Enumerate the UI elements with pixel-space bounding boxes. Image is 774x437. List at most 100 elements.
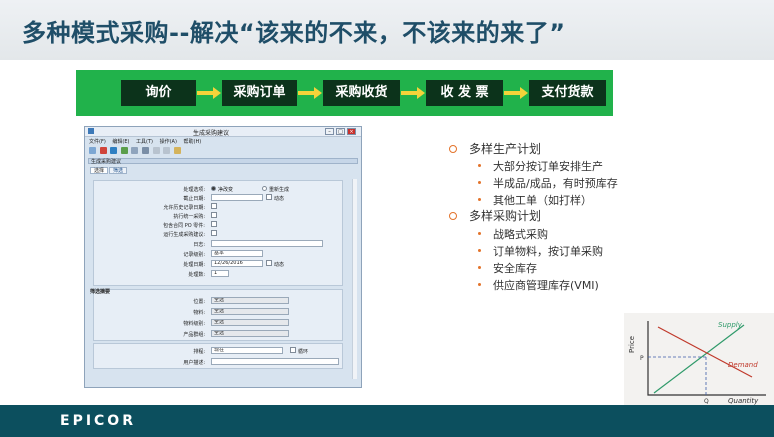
proc-date-label: 处理日期: — [183, 262, 205, 268]
refresh-icon[interactable] — [110, 147, 118, 154]
window-title: 生成采购建议 — [193, 130, 230, 137]
options-group: 处理选项: 净改变 重新生成 截止日期: 动态 允许历史记录日期: 执行统一采购… — [93, 180, 343, 286]
bullet-production-planning: 多样生产计划 — [469, 142, 542, 156]
new-icon[interactable] — [89, 147, 96, 154]
tab-select[interactable]: 选择 — [90, 167, 109, 174]
filter-level-value: 全选 — [211, 319, 289, 326]
sub-bullet: 半成品/成品，有时预库存 — [493, 177, 618, 190]
delete-icon[interactable] — [99, 147, 107, 154]
bullet-dot-icon — [478, 164, 481, 167]
price-point-label: P — [640, 355, 644, 362]
mode-net-change-radio[interactable] — [211, 186, 216, 191]
menu-edit[interactable]: 编辑(E) — [112, 139, 129, 145]
cut-icon[interactable] — [152, 147, 160, 154]
panel-header: 生成采购建议 — [88, 158, 358, 165]
arrow-icon — [401, 87, 425, 99]
bullet-purchase-planning: 多样采购计划 — [469, 209, 542, 223]
sub-bullet: 战略式采购 — [493, 228, 548, 241]
level-label: 记录级别: — [183, 252, 205, 258]
mode-label: 处理选项: — [183, 187, 205, 193]
allow-history-checkbox[interactable] — [211, 203, 217, 209]
mode-regenerate-radio[interactable] — [262, 186, 267, 191]
menu-tools[interactable]: 工具(T) — [136, 139, 153, 145]
cutoff-date-field[interactable] — [211, 194, 263, 201]
supply-curve — [653, 324, 745, 394]
app-icon — [88, 128, 94, 134]
filter-location-value: 全选 — [211, 297, 289, 304]
mode-regenerate-label: 重新生成 — [269, 187, 290, 193]
sub-bullet: 供应商管理库存(VMI) — [493, 279, 599, 292]
cycles-field[interactable]: 1 — [211, 270, 229, 277]
user-desc-label: 用户描述: — [183, 360, 205, 366]
slide-title: 多种模式采购--解决“该来的不来，不该来的来了” — [22, 19, 566, 47]
schedule-group: 排程: 现在 循环 用户描述: — [93, 343, 343, 369]
proc-dynamic-checkbox[interactable] — [266, 260, 272, 266]
bullet-circle-icon — [449, 212, 457, 220]
bullet-dot-icon — [478, 181, 481, 184]
xlabel: Quantity — [728, 397, 759, 405]
step-payment: 支付货款 — [529, 80, 606, 106]
supply-demand-sketch: Price Quantity Supply Demand P Q — [624, 313, 774, 405]
sub-bullet: 安全库存 — [493, 262, 537, 275]
bullet-dot-icon — [478, 249, 481, 252]
arrow-icon — [504, 87, 528, 99]
proc-date-field[interactable]: 12/26/2016 — [211, 260, 263, 267]
panel-title: 生成采购建议 — [91, 159, 122, 165]
arrow-icon — [298, 87, 322, 99]
menu-actions[interactable]: 操作(A) — [160, 139, 177, 145]
maximize-button[interactable]: □ — [336, 128, 345, 135]
menu-file[interactable]: 文件(F) — [89, 139, 106, 145]
demand-curve — [657, 326, 753, 378]
menu-bar: 文件(F) 编辑(E) 工具(T) 操作(A) 帮助(H) — [89, 138, 206, 145]
save-icon[interactable] — [120, 147, 128, 154]
copy-icon[interactable] — [163, 147, 171, 154]
filter-product-value: 全选 — [211, 330, 289, 337]
cutoff-label: 截止日期: — [183, 196, 205, 202]
print-icon[interactable] — [131, 147, 139, 154]
unified-label: 执行统一采购: — [173, 214, 205, 220]
recur-checkbox[interactable] — [290, 347, 296, 353]
sub-bullet: 订单物料，按订单采购 — [493, 245, 603, 258]
log-field[interactable] — [211, 240, 323, 247]
process-flow: 询价 采购订单 采购收货 收 发 票 支付货款 — [76, 70, 613, 116]
cycles-label: 处理数: — [188, 272, 205, 278]
recur-label: 循环 — [298, 349, 309, 355]
include-po-checkbox[interactable] — [211, 221, 217, 227]
filter-product-label: 产品群组: — [183, 332, 205, 338]
filter-part-label: 物料: — [193, 310, 205, 316]
cutoff-dynamic-checkbox[interactable] — [266, 194, 272, 200]
filter-part-value: 全选 — [211, 308, 289, 315]
include-po-label: 包含合同 PO 零件: — [163, 223, 205, 229]
sub-bullet: 大部分按订单安排生产 — [493, 160, 603, 173]
footer-bar: EPICOR — [0, 405, 774, 437]
cutoff-dynamic-label: 动态 — [274, 196, 285, 202]
step-inquiry: 询价 — [121, 80, 196, 106]
menu-help[interactable]: 帮助(H) — [184, 139, 202, 145]
bullet-dot-icon — [478, 198, 481, 201]
scrollbar[interactable] — [352, 179, 357, 379]
user-desc-field[interactable] — [211, 358, 339, 365]
window-titlebar: 生成采购建议 – □ × — [85, 127, 361, 137]
unified-checkbox[interactable] — [211, 212, 217, 218]
allow-history-label: 允许历史记录日期: — [163, 205, 205, 211]
paste-icon[interactable] — [173, 147, 181, 154]
filter-summary-title: 筛选摘要 — [90, 289, 111, 295]
schedule-label: 排程: — [193, 349, 205, 355]
run-mrp-label: 运行生成采购建议: — [163, 232, 205, 238]
minimize-button[interactable]: – — [325, 128, 334, 135]
supply-label: Supply — [718, 321, 743, 329]
schedule-select[interactable]: 现在 — [211, 347, 283, 354]
filter-level-label: 物料级别: — [183, 321, 205, 327]
filter-location-label: 位置: — [193, 299, 205, 305]
supply-demand-svg: Price Quantity Supply Demand P Q — [628, 321, 766, 405]
tab-filter[interactable]: 筛选 — [109, 167, 128, 174]
bullet-dot-icon — [478, 232, 481, 235]
bullet-dot-icon — [478, 266, 481, 269]
preview-icon[interactable] — [141, 147, 149, 154]
epicor-logo: EPICOR — [60, 413, 136, 429]
close-button[interactable]: × — [347, 128, 356, 135]
app-window: 生成采购建议 – □ × 文件(F) 编辑(E) 工具(T) 操作(A) 帮助(… — [84, 126, 362, 388]
level-select[interactable]: 基本 — [211, 250, 263, 257]
quantity-point-label: Q — [704, 398, 709, 405]
run-mrp-checkbox[interactable] — [211, 230, 217, 236]
